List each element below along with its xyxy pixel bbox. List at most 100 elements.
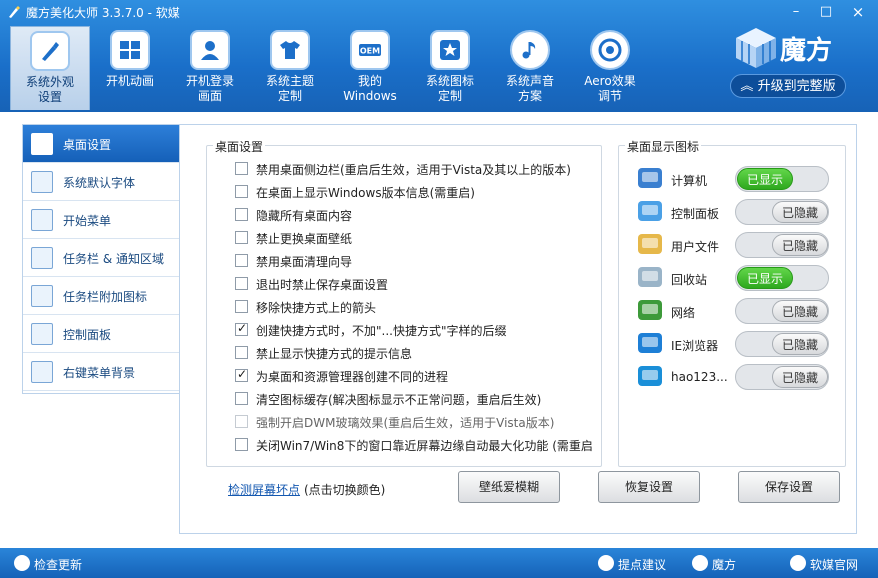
tool-label: 设置 [37,90,62,104]
restore-settings-button[interactable]: 恢复设置 [598,471,700,503]
visibility-toggle[interactable]: 已隐藏 [735,364,829,390]
option-label: 禁用桌面侧边栏(重启后生效，适用于Vista及其以上的版本) [256,163,571,177]
desktop-icon-row: 控制面板 已隐藏 [635,197,835,227]
tool-label: 画面 [197,89,222,103]
sidebar-item-taskbar-addon[interactable]: 任务栏附加图标 [23,277,179,315]
option-label: 禁用桌面清理向导 [256,255,353,269]
upgrade-label: 升级到完整版 [757,79,836,94]
tool-my-windows[interactable]: OEM 我的 Windows [330,26,410,110]
sidebar-item-label: 控制面板 [63,328,112,342]
brush-logo-icon [9,6,20,18]
desktop-icon-name: 回收站 [671,273,708,287]
feedback-icon [598,555,614,571]
tool-label: 系统声音 [505,74,554,88]
option-checkbox[interactable] [235,231,248,244]
check-update-label: 检查更新 [34,558,83,572]
tool-label: 系统主题 [265,74,314,88]
desktop-icons-group: 桌面显示图标 计算机 已显示 控制面板 已隐藏 用户文件 已隐藏 回收站 已显示 网络 已隐藏 IE… [618,138,846,467]
sidebar-item-label: 系统默认字体 [63,176,136,190]
toggle-state-label: 已隐藏 [772,333,828,355]
visibility-toggle[interactable]: 已隐藏 [735,199,829,225]
maximize-button[interactable]: □ [812,2,840,22]
desktop-icon-row: IE浏览器 已隐藏 [635,329,835,359]
computer-icon [635,164,665,194]
desktop-icon-row: 计算机 已显示 [635,164,835,194]
sidebar-item-desktop[interactable]: 桌面设置 [23,125,179,163]
ie-browser-icon [635,329,665,359]
user-folder-icon [635,230,665,260]
close-button[interactable]: × [844,2,872,22]
sidebar-item-context-menu-bg[interactable]: 右键菜单背景 [23,353,179,391]
official-site-label: 软媒官网 [810,558,859,572]
desktop-settings-group: 桌面设置 禁用桌面侧边栏(重启后生效，适用于Vista及其以上的版本) 在桌面上显… [206,138,602,467]
visibility-toggle[interactable]: 已显示 [735,166,829,192]
sidebar-item-start-menu[interactable]: 开始菜单 [23,201,179,239]
toggle-state-label: 已显示 [737,168,793,190]
control-panel-icon [635,197,665,227]
brand: 魔方 ︽ 升级到完整版 [730,24,850,104]
option-checkbox[interactable] [235,321,248,336]
sidebar-item-label: 右键菜单背景 [63,366,136,380]
option-checkbox[interactable] [235,392,248,405]
save-settings-button[interactable]: 保存设置 [738,471,840,503]
sidebar-item-taskbar[interactable]: 任务栏 & 通知区域 [23,239,179,277]
visibility-toggle[interactable]: 已隐藏 [735,331,829,357]
option-checkbox[interactable] [235,438,248,451]
visibility-toggle[interactable]: 已隐藏 [735,298,829,324]
windows-logo-icon [110,30,150,70]
option-label: 为桌面和资源管理器创建不同的进程 [256,370,449,384]
option-label: 在桌面上显示Windows版本信息(需重启) [256,186,475,200]
minimize-button[interactable]: – [782,2,810,22]
tool-boot-animation[interactable]: 开机动画 [90,26,170,110]
upgrade-button[interactable]: ︽ 升级到完整版 [730,74,846,98]
suggest-label: 提点建议 [618,558,667,572]
option-label: 退出时禁止保存桌面设置 [256,278,389,292]
brush-icon [31,133,53,155]
tool-appearance[interactable]: 系统外观 设置 [10,26,90,110]
visibility-toggle[interactable]: 已隐藏 [735,232,829,258]
mofang-icon [692,555,708,571]
sidebar: 桌面设置 系统默认字体 开始菜单 任务栏 & 通知区域 任务栏附加图标 控制面板… [22,124,180,394]
desktop-icon-name: 控制面板 [671,207,720,221]
option-checkbox[interactable] [235,254,248,267]
toggle-state-label: 已显示 [737,267,793,289]
sidebar-item-label: 桌面设置 [63,138,112,152]
tool-label: Aero效果 [584,74,636,88]
tool-label: 调节 [597,89,622,103]
font-icon [31,171,53,193]
option-checkbox [235,415,248,428]
option-checkbox[interactable] [235,300,248,313]
desktop-icon-row: hao123... 已隐藏 [635,362,835,392]
wallpaper-blur-button[interactable]: 壁纸爱模糊 [458,471,560,503]
desktop-icon-name: IE浏览器 [671,339,719,353]
star-icon [430,30,470,70]
option-checkbox[interactable] [235,185,248,198]
option-checkbox[interactable] [235,346,248,359]
option-checkbox[interactable] [235,277,248,290]
tool-label: 系统图标 [425,74,474,88]
option-checkbox[interactable] [235,162,248,175]
tool-system-theme[interactable]: 系统主题 定制 [250,26,330,110]
group-title: 桌面显示图标 [625,138,702,155]
detect-dead-pixel-link[interactable]: 检测屏幕坏点 [228,481,300,498]
desktop-icon-name: 用户文件 [671,240,720,254]
option-checkbox[interactable] [235,367,248,382]
sidebar-item-font[interactable]: 系统默认字体 [23,163,179,201]
tool-system-icons[interactable]: 系统图标 定制 [410,26,490,110]
sidebar-item-label: 任务栏 & 通知区域 [63,252,164,266]
tool-aero-effect[interactable]: Aero效果 调节 [570,26,650,110]
sidebar-item-control-panel[interactable]: 控制面板 [23,315,179,353]
content-area: 桌面设置 系统默认字体 开始菜单 任务栏 & 通知区域 任务栏附加图标 控制面板… [0,112,878,548]
desktop-icon-name: 网络 [671,306,696,320]
tool-system-sound[interactable]: 系统声音 方案 [490,26,570,110]
recycle-bin-icon [635,263,665,293]
option-label: 禁止更换桌面壁纸 [256,232,353,246]
user-icon [190,30,230,70]
option-label: 隐藏所有桌面内容 [256,209,353,223]
toggle-state-label: 已隐藏 [772,201,828,223]
status-bar: 检查更新 提点建议 魔方 软媒官网 [0,548,878,578]
option-checkbox[interactable] [235,208,248,221]
mofang-cube-logo-icon [736,28,776,68]
tool-login-screen[interactable]: 开机登录 画面 [170,26,250,110]
visibility-toggle[interactable]: 已显示 [735,265,829,291]
